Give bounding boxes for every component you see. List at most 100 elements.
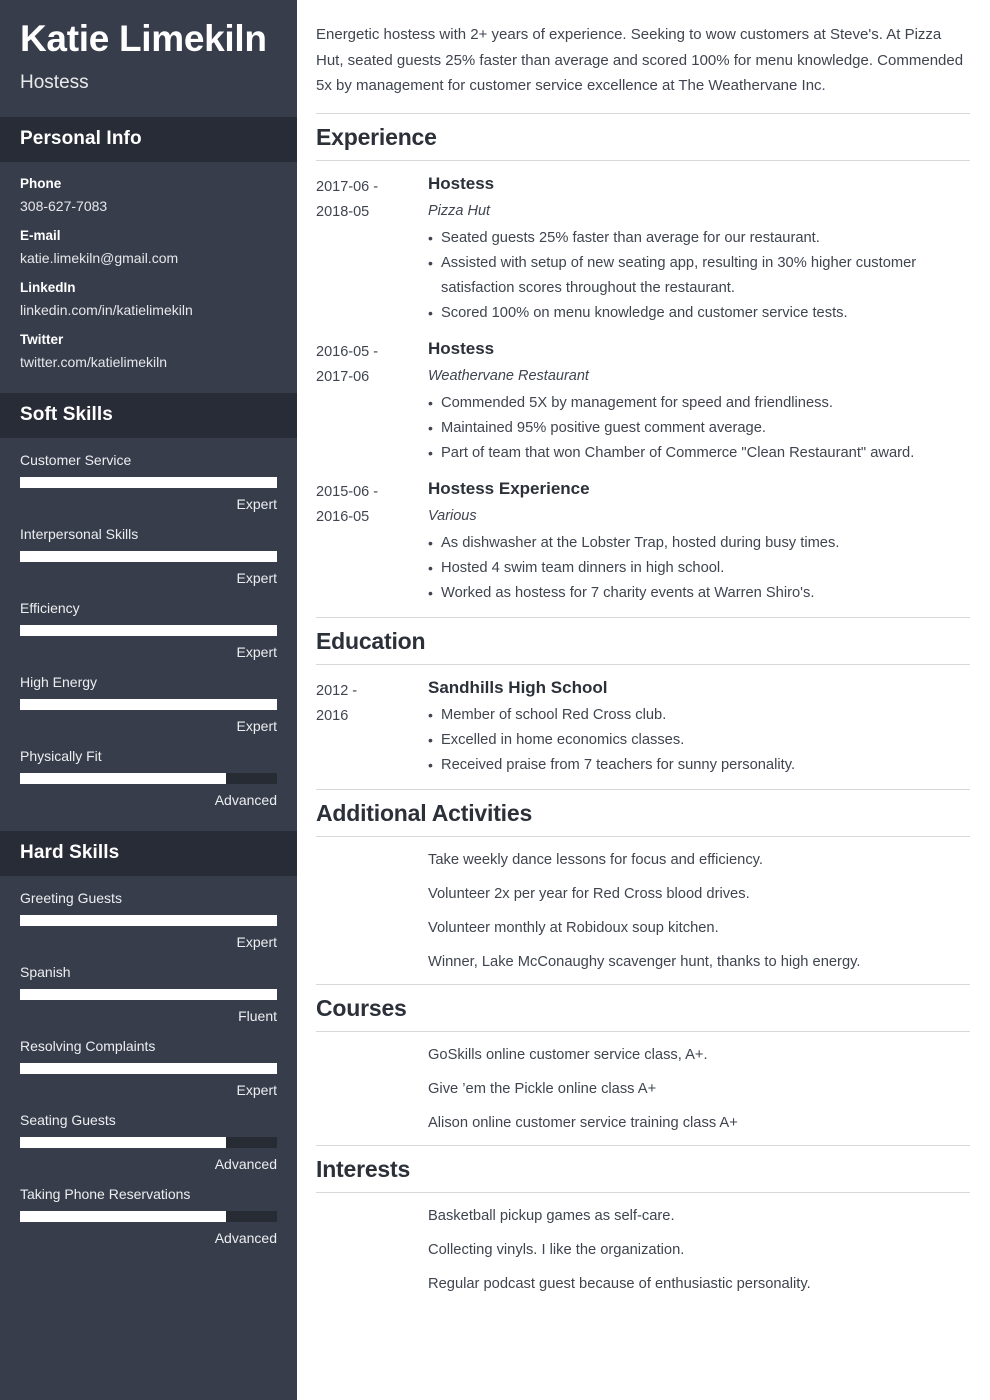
candidate-name: Katie Limekiln <box>20 18 267 59</box>
skill-level: Expert <box>236 644 277 660</box>
section-courses: Courses GoSkills online customer service… <box>316 983 970 1136</box>
skill-item: Greeting Guests Expert <box>20 889 277 951</box>
sidebar-section-header-hard-skills: Hard Skills <box>0 831 297 876</box>
contact-value-email[interactable]: katie.limekiln@gmail.com <box>20 248 277 268</box>
contact-label: E-mail <box>20 228 61 243</box>
bullet-item: Commended 5X by management for speed and… <box>428 391 970 416</box>
sidebar: Katie Limekiln Hostess Personal Info Pho… <box>0 0 297 1400</box>
skill-level: Expert <box>236 718 277 734</box>
course-text: GoSkills online customer service class, … <box>428 1046 708 1063</box>
skill-item: Taking Phone Reservations Advanced <box>20 1185 277 1247</box>
course-item: Alison online customer service training … <box>316 1111 970 1136</box>
professional-summary: Energetic hostess with 2+ years of exper… <box>316 26 964 94</box>
personal-info-list: Phone 308-627-7083 E-mail katie.limekiln… <box>0 162 297 393</box>
interest-text: Collecting vinyls. I like the organizati… <box>428 1241 685 1258</box>
skill-name: Spanish <box>20 964 71 980</box>
skill-name: Resolving Complaints <box>20 1038 156 1054</box>
skill-level: Fluent <box>238 1008 277 1024</box>
skill-bar-fill <box>20 551 277 562</box>
entry-date-spacer <box>316 1238 428 1263</box>
skill-bar-track <box>20 915 277 926</box>
experience-entry: 2016-05 -2017-06 Hostess Weathervane Res… <box>316 337 970 466</box>
skill-item: High Energy Expert <box>20 673 277 735</box>
contact-value-twitter[interactable]: twitter.com/katielimekiln <box>20 352 277 372</box>
resume-page: Katie Limekiln Hostess Personal Info Pho… <box>0 0 990 1400</box>
contact-label: Phone <box>20 176 62 191</box>
bullet-item: Hosted 4 swim team dinners in high schoo… <box>428 556 970 581</box>
entry-date-spacer <box>316 950 428 975</box>
entry-title: Hostess Experience <box>428 478 590 498</box>
section-interests: Interests Basketball pickup games as sel… <box>316 1144 970 1297</box>
education-entry: 2012 -2016 Sandhills High School Member … <box>316 676 970 778</box>
skill-bar-fill <box>20 773 226 784</box>
skill-item: Resolving Complaints Expert <box>20 1037 277 1099</box>
education-entries: 2012 -2016 Sandhills High School Member … <box>316 665 970 778</box>
section-title-interests: Interests <box>316 1146 970 1193</box>
skill-bar-fill <box>20 915 277 926</box>
activity-text: Volunteer monthly at Robidoux soup kitch… <box>428 919 719 936</box>
skill-item: Interpersonal Skills Expert <box>20 525 277 587</box>
entry-main: Hostess Experience Various As dishwasher… <box>428 477 970 606</box>
entry-date: 2016-05 -2017-06 <box>316 343 379 385</box>
sidebar-section-header-personal-info: Personal Info <box>0 117 297 162</box>
section-education: Education 2012 -2016 Sandhills High Scho… <box>316 616 970 778</box>
skill-bar-track <box>20 551 277 562</box>
skill-level: Advanced <box>214 1230 277 1246</box>
experience-entry: 2015-06 -2016-05 Hostess Experience Vari… <box>316 477 970 606</box>
additional-activities-list: Take weekly dance lessons for focus and … <box>316 837 970 975</box>
bullet-item: Scored 100% on menu knowledge and custom… <box>428 301 970 326</box>
interest-item: Basketball pickup games as self-care. <box>316 1204 970 1229</box>
skill-bar-fill <box>20 1211 226 1222</box>
bullet-item: Maintained 95% positive guest comment av… <box>428 416 970 441</box>
skill-bar-fill <box>20 699 277 710</box>
skill-name: Customer Service <box>20 452 132 468</box>
experience-entry: 2017-06 -2018-05 Hostess Pizza Hut Seate… <box>316 172 970 326</box>
entry-date: 2017-06 -2018-05 <box>316 178 379 220</box>
skill-item: Customer Service Expert <box>20 451 277 513</box>
entry-date-spacer <box>316 848 428 873</box>
entry-subtitle: Pizza Hut <box>428 202 491 219</box>
skill-level: Expert <box>236 570 277 586</box>
interest-item: Collecting vinyls. I like the organizati… <box>316 1238 970 1263</box>
skill-level: Expert <box>236 1082 277 1098</box>
skill-name: Interpersonal Skills <box>20 526 139 542</box>
name-block: Katie Limekiln Hostess <box>0 0 297 117</box>
section-experience: Experience 2017-06 -2018-05 Hostess Pizz… <box>316 112 970 606</box>
entry-bullets: Member of school Red Cross club. Excelle… <box>428 703 970 778</box>
bullet-item: Assisted with setup of new seating app, … <box>428 251 970 301</box>
entry-bullets: As dishwasher at the Lobster Trap, hoste… <box>428 531 970 606</box>
skill-bar-track <box>20 699 277 710</box>
entry-date-spacer <box>316 1043 428 1068</box>
contact-item-linkedin: LinkedIn linkedin.com/in/katielimekiln <box>20 279 277 320</box>
entry-subtitle: Weathervane Restaurant <box>428 367 589 384</box>
entry-date-spacer <box>316 1272 428 1297</box>
activity-item: Volunteer monthly at Robidoux soup kitch… <box>316 916 970 941</box>
section-title-additional-activities: Additional Activities <box>316 790 970 837</box>
activity-item: Take weekly dance lessons for focus and … <box>316 848 970 873</box>
course-item: GoSkills online customer service class, … <box>316 1043 970 1068</box>
contact-value-linkedin[interactable]: linkedin.com/in/katielimekiln <box>20 300 277 320</box>
entry-bullets: Commended 5X by management for speed and… <box>428 391 970 466</box>
activity-text: Take weekly dance lessons for focus and … <box>428 851 763 868</box>
skill-bar-fill <box>20 989 277 1000</box>
course-text: Give ’em the Pickle online class A+ <box>428 1080 657 1097</box>
contact-label: LinkedIn <box>20 280 76 295</box>
skill-item: Spanish Fluent <box>20 963 277 1025</box>
sidebar-section-header-soft-skills: Soft Skills <box>0 393 297 438</box>
skill-level: Expert <box>236 496 277 512</box>
activity-text: Winner, Lake McConaughy scavenger hunt, … <box>428 953 861 970</box>
skill-bar-track <box>20 1063 277 1074</box>
entry-date: 2015-06 -2016-05 <box>316 483 379 525</box>
skill-bar-track <box>20 1211 277 1222</box>
bullet-item: Member of school Red Cross club. <box>428 703 970 728</box>
contact-item-phone: Phone 308-627-7083 <box>20 175 277 216</box>
contact-value-phone[interactable]: 308-627-7083 <box>20 196 277 216</box>
entry-date-spacer <box>316 1204 428 1229</box>
section-title-experience: Experience <box>316 114 970 161</box>
skill-item: Efficiency Expert <box>20 599 277 661</box>
interest-text: Basketball pickup games as self-care. <box>428 1207 675 1224</box>
skill-name: Greeting Guests <box>20 890 122 906</box>
activity-text: Volunteer 2x per year for Red Cross bloo… <box>428 885 750 902</box>
skill-bar-track <box>20 989 277 1000</box>
skill-bar-track <box>20 1137 277 1148</box>
